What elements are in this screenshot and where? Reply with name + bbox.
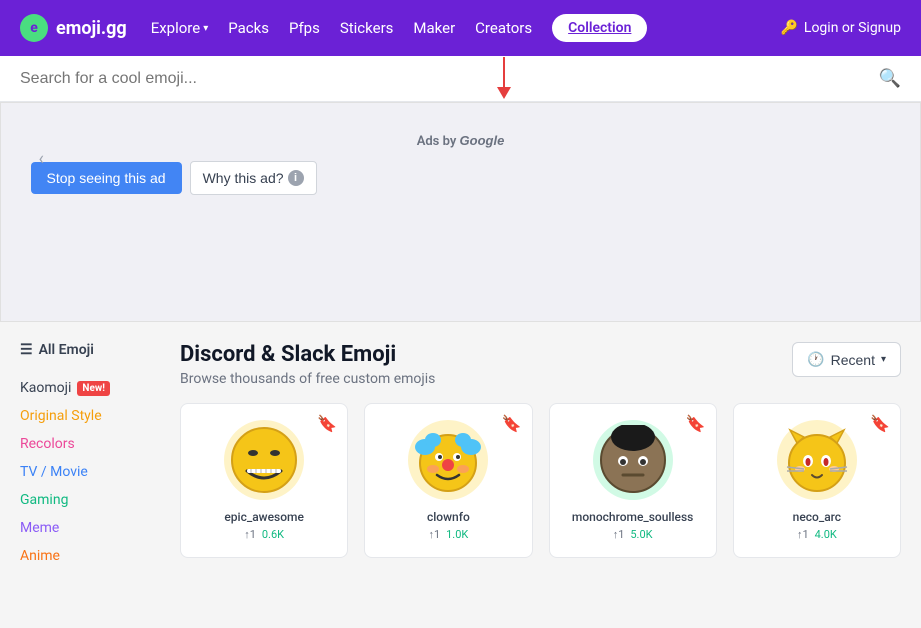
emoji-card-2[interactable]: 🔖 monochrome_soulless xyxy=(549,403,717,558)
logo-icon: e xyxy=(20,14,48,42)
sidebar-item-recolors[interactable]: Recolors xyxy=(20,430,160,458)
section-header: Discord & Slack Emoji Browse thousands o… xyxy=(180,342,901,387)
ad-section: ‹ Ads by Google Stop seeing this ad Why … xyxy=(0,102,921,322)
ad-buttons: Stop seeing this ad Why this ad? i xyxy=(31,161,891,195)
info-icon: i xyxy=(288,170,304,186)
emoji-name-3: neco_arc xyxy=(750,510,884,524)
nav-stickers[interactable]: Stickers xyxy=(340,19,394,37)
sidebar-item-tv[interactable]: TV / Movie xyxy=(20,458,160,486)
chevron-down-icon: ▾ xyxy=(881,354,886,365)
sidebar-title: ☰ All Emoji xyxy=(20,342,160,358)
search-icon[interactable]: 🔍 xyxy=(879,68,901,89)
bookmark-icon[interactable]: 🔖 xyxy=(870,414,890,433)
emoji-grid: 🔖 epic_a xyxy=(180,403,901,558)
emoji-card-1[interactable]: 🔖 xyxy=(364,403,532,558)
sidebar-item-gaming[interactable]: Gaming xyxy=(20,486,160,514)
clock-icon: 🕐 xyxy=(807,351,824,368)
login-signup[interactable]: 🔑 Login or Signup xyxy=(780,20,901,36)
search-bar: 🔍 xyxy=(0,56,921,102)
annotation-arrow xyxy=(497,57,511,99)
nav-explore[interactable]: Explore ▾ xyxy=(151,19,209,37)
header: e emoji.gg Explore ▾ Packs Pfps Stickers… xyxy=(0,0,921,56)
emoji-name-2: monochrome_soulless xyxy=(566,510,700,524)
sidebar: ☰ All Emoji Kaomoji New! Original Style … xyxy=(20,342,160,570)
nav-maker[interactable]: Maker xyxy=(413,19,455,37)
sidebar-item-original[interactable]: Original Style xyxy=(20,402,160,430)
emoji-name-1: clownfo xyxy=(381,510,515,524)
emoji-image-2 xyxy=(593,420,673,500)
key-icon: 🔑 xyxy=(780,20,797,36)
emoji-name-0: epic_awesome xyxy=(197,510,331,524)
section-title: Discord & Slack Emoji xyxy=(180,342,435,367)
bookmark-icon[interactable]: 🔖 xyxy=(502,414,522,433)
emoji-stats-1: ↑1 1.0K xyxy=(381,528,515,541)
why-ad-button[interactable]: Why this ad? i xyxy=(190,161,317,195)
back-arrow-icon[interactable]: ‹ xyxy=(39,149,44,170)
new-badge: New! xyxy=(77,381,110,396)
emoji-card-3[interactable]: 🔖 xyxy=(733,403,901,558)
emoji-stats-2: ↑1 5.0K xyxy=(566,528,700,541)
emoji-card-0[interactable]: 🔖 epic_a xyxy=(180,403,348,558)
bookmark-icon[interactable]: 🔖 xyxy=(317,414,337,433)
stop-ad-button[interactable]: Stop seeing this ad xyxy=(31,162,182,194)
main-content: ☰ All Emoji Kaomoji New! Original Style … xyxy=(0,322,921,590)
search-input[interactable] xyxy=(20,70,879,88)
emoji-stats-3: ↑1 4.0K xyxy=(750,528,884,541)
section-subtitle: Browse thousands of free custom emojis xyxy=(180,371,435,387)
nav-collection[interactable]: Collection xyxy=(552,14,647,42)
main-nav: Explore ▾ Packs Pfps Stickers Maker Crea… xyxy=(151,14,757,42)
bookmark-icon[interactable]: 🔖 xyxy=(686,414,706,433)
content-area: Discord & Slack Emoji Browse thousands o… xyxy=(180,342,901,570)
chevron-down-icon: ▾ xyxy=(203,23,208,34)
emoji-stats-0: ↑1 0.6K xyxy=(197,528,331,541)
emoji-image-1 xyxy=(408,420,488,500)
ad-wrapper: ‹ Ads by Google Stop seeing this ad Why … xyxy=(31,123,891,195)
sidebar-item-meme[interactable]: Meme xyxy=(20,514,160,542)
section-info: Discord & Slack Emoji Browse thousands o… xyxy=(180,342,435,387)
nav-packs[interactable]: Packs xyxy=(228,19,269,37)
sidebar-item-anime[interactable]: Anime xyxy=(20,542,160,570)
logo[interactable]: e emoji.gg xyxy=(20,14,127,42)
sidebar-item-kaomoji[interactable]: Kaomoji New! xyxy=(20,374,160,402)
hamburger-icon: ☰ xyxy=(20,342,33,358)
creators-arrow-container: Creators xyxy=(475,19,532,37)
emoji-image-0 xyxy=(224,420,304,500)
logo-text: emoji.gg xyxy=(56,18,127,39)
emoji-image-3 xyxy=(777,420,857,500)
nav-pfps[interactable]: Pfps xyxy=(289,19,320,37)
nav-creators[interactable]: Creators xyxy=(475,19,532,37)
ads-by-google-label: Ads by Google xyxy=(31,133,891,149)
recent-button[interactable]: 🕐 Recent ▾ xyxy=(792,342,901,377)
